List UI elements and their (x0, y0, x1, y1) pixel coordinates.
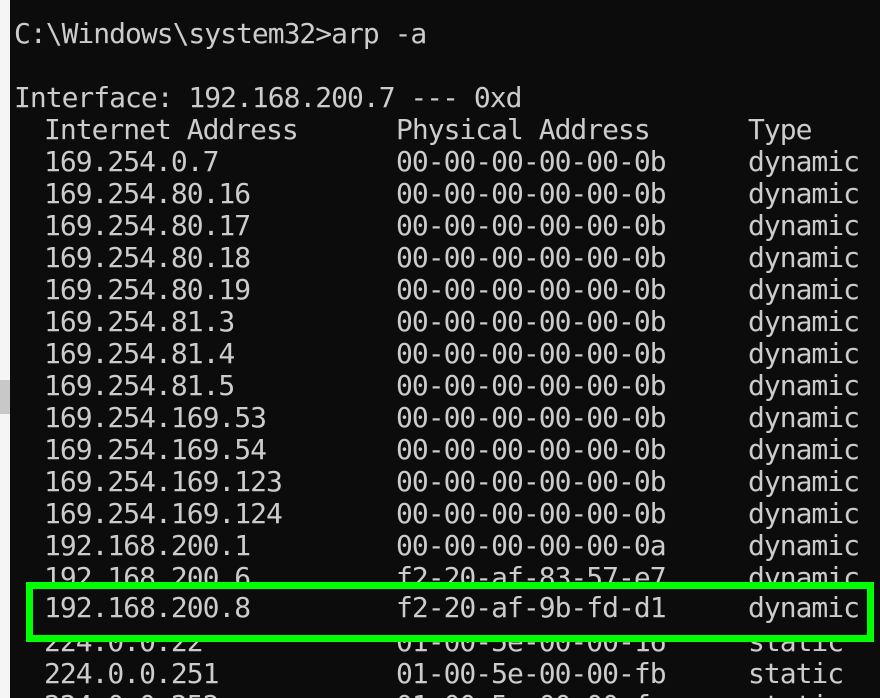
prompt-line: C:\Windows\system32>arp -a (14, 17, 427, 50)
table-row: 224.0.0.251 01-00-5e-00-00-fb static (14, 658, 874, 690)
row-mac: 00-00-00-00-00-0b (396, 337, 667, 370)
row-type: dynamic (748, 369, 860, 402)
table-row: 169.254.169.54 00-00-00-00-00-0b dynamic (14, 434, 874, 466)
row-type: dynamic (748, 145, 860, 178)
table-row: 169.254.169.53 00-00-00-00-00-0b dynamic (14, 402, 874, 434)
window-edge (0, 0, 10, 698)
row-ip: 169.254.0.7 (44, 145, 219, 178)
row-mac: 00-00-00-00-00-0b (396, 433, 667, 466)
row-ip: 169.254.80.18 (44, 241, 251, 274)
row-type: dynamic (748, 209, 860, 242)
table-row: 169.254.0.7 00-00-00-00-00-0b dynamic (14, 146, 874, 178)
table-header: Internet Address Physical Address Type (14, 114, 874, 146)
row-type: dynamic (748, 497, 860, 530)
row-mac: 00-00-00-00-00-0b (396, 401, 667, 434)
header-internet-address: Internet Address (44, 113, 299, 146)
row-ip: 169.254.169.123 (44, 465, 283, 498)
row-mac: 00-00-00-00-00-0a (396, 529, 667, 562)
row-ip: 169.254.81.4 (44, 337, 235, 370)
row-ip: 169.254.81.3 (44, 305, 235, 338)
row-type: dynamic (748, 529, 860, 562)
row-mac: f2-20-af-9b-fd-d1 (396, 591, 667, 624)
row-type: dynamic (748, 273, 860, 306)
interface-line: Interface: 192.168.200.7 --- 0xd (14, 81, 522, 114)
scrollbar-thumb[interactable] (0, 380, 10, 414)
row-ip: 169.254.80.17 (44, 209, 251, 242)
row-mac: 00-00-00-00-00-0b (396, 273, 667, 306)
row-mac: 00-00-00-00-00-0b (396, 369, 667, 402)
table-row: 169.254.81.5 00-00-00-00-00-0b dynamic (14, 370, 874, 402)
row-type: dynamic (748, 337, 860, 370)
table-row: 169.254.80.19 00-00-00-00-00-0b dynamic (14, 274, 874, 306)
table-row: 224.0.0.252 01-00-5e-00-00-fc static (14, 690, 874, 698)
row-mac: 01-00-5e-00-00-fb (396, 657, 667, 690)
row-ip: 169.254.169.53 (44, 401, 267, 434)
table-row: 169.254.80.18 00-00-00-00-00-0b dynamic (14, 242, 874, 274)
table-row: 169.254.169.124 00-00-00-00-00-0b dynami… (14, 498, 874, 530)
header-physical-address: Physical Address (396, 113, 651, 146)
table-row: 169.254.81.3 00-00-00-00-00-0b dynamic (14, 306, 874, 338)
screenshot-frame: C:\Windows\system32>arp -a Interface: 19… (0, 0, 880, 698)
row-type: dynamic (748, 401, 860, 434)
table-row: 192.168.200.1 00-00-00-00-00-0a dynamic (14, 530, 874, 562)
row-mac: 00-00-00-00-00-0b (396, 305, 667, 338)
row-type: dynamic (748, 177, 860, 210)
row-mac: 01-00-5e-00-00-fc (396, 690, 667, 698)
table-row: 169.254.80.16 00-00-00-00-00-0b dynamic (14, 178, 874, 210)
table-row: 169.254.80.17 00-00-00-00-00-0b dynamic (14, 210, 874, 242)
highlighted-table-row: 192.168.200.8 f2-20-af-9b-fd-d1 dynamic (14, 592, 874, 624)
row-ip: 192.168.200.1 (44, 529, 251, 562)
row-ip: 192.168.200.8 (44, 591, 251, 624)
row-ip: 169.254.80.16 (44, 177, 251, 210)
table-row: 169.254.169.123 00-00-00-00-00-0b dynami… (14, 466, 874, 498)
row-type: dynamic (748, 305, 860, 338)
row-ip: 169.254.169.54 (44, 433, 267, 466)
row-type: dynamic (748, 465, 860, 498)
row-mac: 00-00-00-00-00-0b (396, 145, 667, 178)
row-ip: 169.254.80.19 (44, 273, 251, 306)
row-mac: 00-00-00-00-00-0b (396, 209, 667, 242)
row-type: dynamic (748, 591, 860, 624)
row-mac: 00-00-00-00-00-0b (396, 497, 667, 530)
row-ip: 169.254.169.124 (44, 497, 283, 530)
row-ip: 169.254.81.5 (44, 369, 235, 402)
row-type: dynamic (748, 433, 860, 466)
row-mac: 00-00-00-00-00-0b (396, 177, 667, 210)
row-mac: 00-00-00-00-00-0b (396, 465, 667, 498)
row-type: static (748, 657, 844, 690)
command-prompt-window[interactable]: C:\Windows\system32>arp -a Interface: 19… (10, 0, 880, 698)
header-type: Type (748, 113, 812, 146)
row-type: static (748, 690, 844, 698)
table-row: 169.254.81.4 00-00-00-00-00-0b dynamic (14, 338, 874, 370)
row-mac: 00-00-00-00-00-0b (396, 241, 667, 274)
row-type: dynamic (748, 241, 860, 274)
